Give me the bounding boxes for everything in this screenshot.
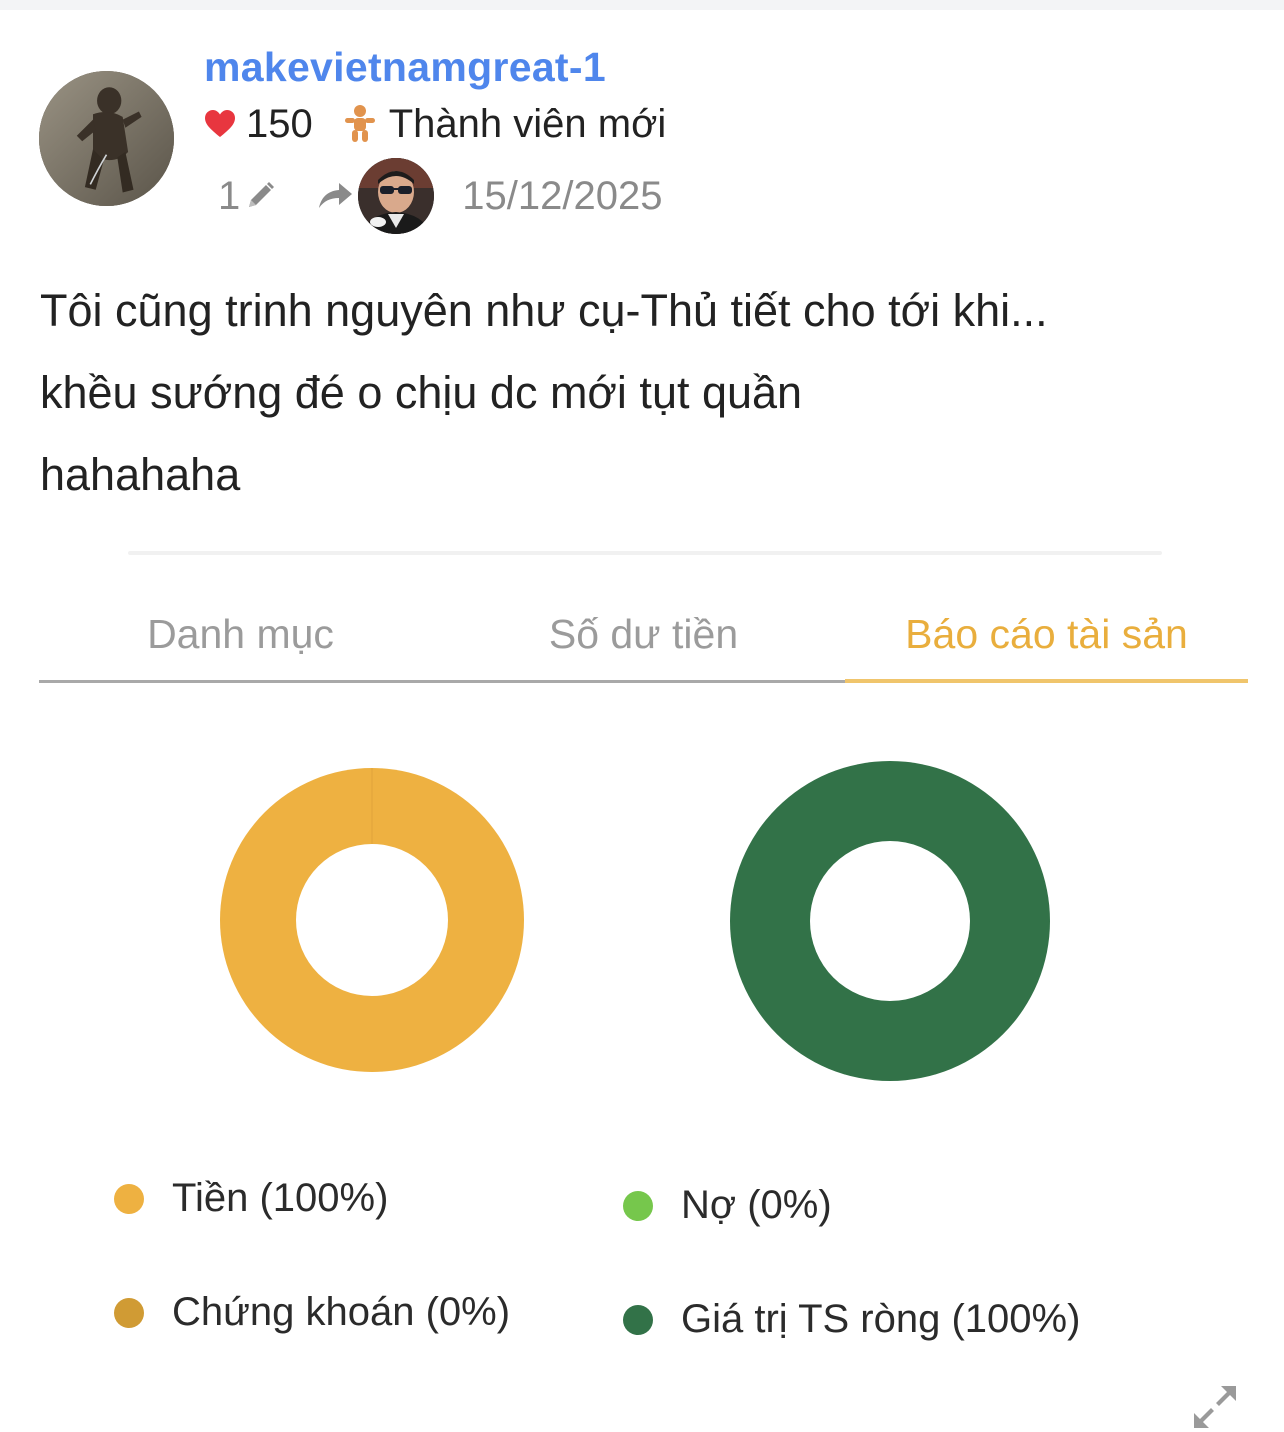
pencil-icon[interactable] (244, 180, 276, 212)
legend-dot-no (623, 1190, 653, 1221)
donut-hole (810, 841, 970, 1001)
user-meta: 150 Thành viên mới (204, 100, 666, 148)
reply-icon[interactable] (316, 181, 354, 211)
legend-label-tien: Tiền (100%) (172, 1176, 389, 1220)
legend-tien[interactable]: Tiền (100%) (114, 1176, 388, 1221)
asset-allocation-donut (220, 768, 524, 1072)
post-line-1: Tôi cũng trinh nguyên như cụ-Thủ tiết ch… (40, 285, 1048, 336)
tab-bao-cao-tai-san[interactable]: Báo cáo tài sản (845, 596, 1248, 682)
post-date: 15/12/2025 (462, 173, 663, 218)
legend-gia-tri-ts-rong[interactable]: Giá trị TS ròng (100%) (623, 1297, 1080, 1342)
post-body: Tôi cũng trinh nguyên như cụ-Thủ tiết ch… (40, 270, 1260, 516)
post-line-2: khều sướng đé o chịu dc mới tụt quần (40, 367, 803, 418)
donut-hole (296, 844, 448, 996)
username-link[interactable]: makevietnamgreat-1 (204, 44, 606, 91)
tab-danh-muc[interactable]: Danh mục (39, 596, 442, 682)
legend-dot-tien (114, 1183, 144, 1214)
tab-active-underline (845, 679, 1248, 683)
tab-underline (39, 680, 845, 683)
post-info: 1 15/12/2025 (218, 158, 662, 234)
member-rank: Thành viên mới (388, 101, 667, 146)
reply-avatar-photo (358, 158, 435, 234)
top-strip (0, 0, 1284, 10)
baby-icon (344, 105, 375, 142)
expand-icon[interactable] (1192, 1384, 1238, 1430)
reply-to-avatar[interactable] (358, 158, 435, 234)
heart-icon (205, 110, 235, 137)
post-line-3: hahahaha (40, 449, 241, 500)
edit-count: 1 (218, 173, 241, 218)
tab-so-du-tien[interactable]: Số dư tiền (442, 596, 845, 682)
embed-top-divider (128, 551, 1162, 555)
legend-no[interactable]: Nợ (0%) (623, 1183, 832, 1228)
legend-dot-gia-tri-ts-rong (623, 1304, 653, 1335)
net-worth-donut (730, 761, 1050, 1081)
like-count: 150 (246, 101, 313, 146)
user-avatar[interactable] (39, 71, 174, 206)
legend-label-no: Nợ (0%) (681, 1183, 832, 1227)
report-tabs: Danh mục Số dư tiền Báo cáo tài sản (39, 596, 1248, 684)
statue-photo (39, 71, 174, 206)
legend-label-chung-khoan: Chứng khoán (0%) (172, 1290, 511, 1334)
legend-label-gia-tri-ts-rong: Giá trị TS ròng (100%) (681, 1297, 1081, 1341)
legend-dot-chung-khoan (114, 1297, 144, 1328)
legend-chung-khoan[interactable]: Chứng khoán (0%) (114, 1290, 510, 1335)
